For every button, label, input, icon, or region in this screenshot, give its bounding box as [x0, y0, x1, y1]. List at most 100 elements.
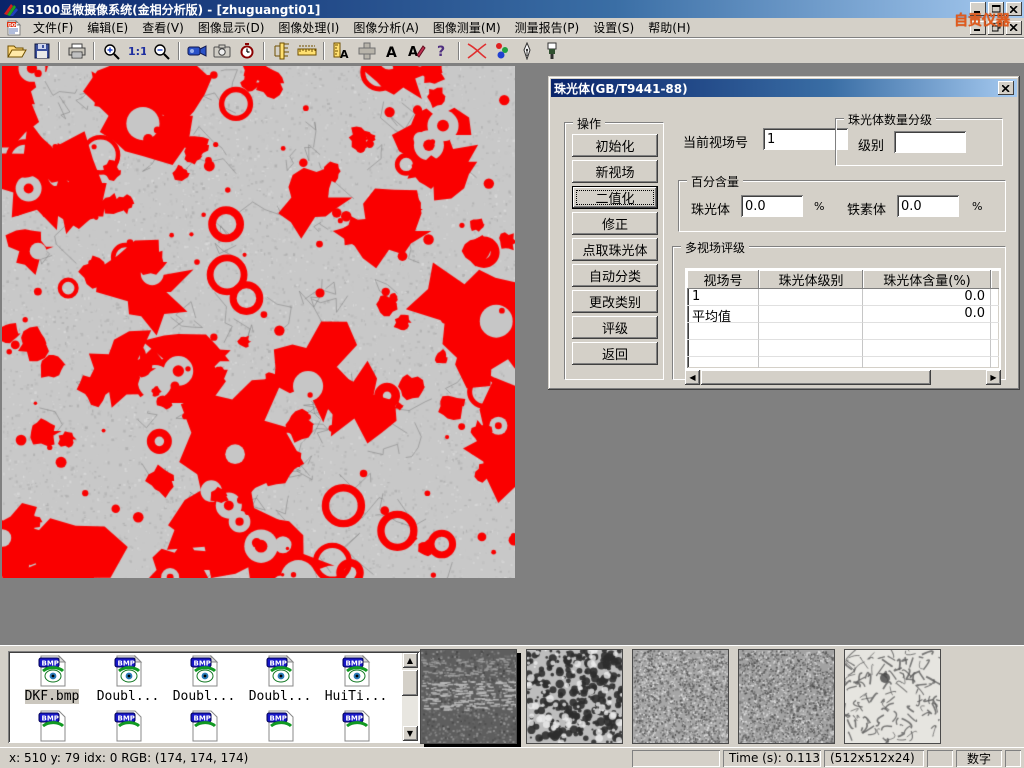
file-item[interactable]: BMP — [318, 710, 394, 742]
help-icon[interactable]: ? — [429, 40, 454, 62]
menu-view[interactable]: 查看(V) — [135, 17, 191, 38]
scroll-left-icon[interactable]: ◀ — [685, 370, 700, 385]
dialog-title-bar[interactable]: 珠光体(GB/T9441-88) — [551, 79, 1017, 97]
change-class-button[interactable]: 更改类别 — [572, 290, 658, 313]
status-empty-panel — [1005, 750, 1021, 767]
menu-report[interactable]: 测量报告(P) — [508, 17, 587, 38]
phase-count-icon[interactable] — [489, 40, 514, 62]
table-row-empty — [687, 357, 999, 370]
caliper-icon[interactable] — [269, 40, 294, 62]
file-item[interactable]: BMP Doubl... — [242, 655, 318, 704]
bmp-file-icon: BMP — [113, 655, 143, 687]
toolbar: 1:1 A A A ? — [0, 38, 1024, 64]
image-merge-icon[interactable] — [354, 40, 379, 62]
brush-tool-icon[interactable] — [539, 40, 564, 62]
timer-icon[interactable] — [234, 40, 259, 62]
file-item[interactable]: BMP DKF.bmp — [14, 655, 90, 704]
print-icon[interactable] — [64, 40, 89, 62]
cell: 0.0 — [863, 289, 991, 306]
file-name[interactable]: HuiTi... — [325, 689, 388, 704]
menu-help[interactable]: 帮助(H) — [641, 17, 697, 38]
snapshot-icon[interactable] — [209, 40, 234, 62]
file-item[interactable]: BMP — [90, 710, 166, 742]
status-empty-panel — [927, 750, 953, 767]
menu-edit[interactable]: 编辑(E) — [80, 17, 135, 38]
table-hscrollbar[interactable]: ◀ ▶ — [685, 370, 1001, 385]
grading-group: 珠光体数量分级 级别 — [835, 118, 1003, 166]
pen-tool-icon[interactable] — [514, 40, 539, 62]
col-ferrite: 铁素体 — [991, 270, 1001, 289]
zoom-out-icon[interactable] — [149, 40, 174, 62]
document-icon[interactable]: DOC — [6, 20, 22, 36]
percent-group: 百分含量 珠光体 % 铁素体 % — [678, 180, 1006, 232]
menu-image-processing[interactable]: 图像处理(I) — [271, 17, 346, 38]
thumbnail-2[interactable] — [526, 649, 623, 744]
file-item[interactable]: BMP — [14, 710, 90, 742]
multifield-group-label: 多视场评级 — [681, 239, 749, 256]
grade-input[interactable] — [894, 131, 966, 153]
thumbnail-1[interactable] — [420, 649, 517, 744]
ferrite-input[interactable] — [897, 195, 959, 217]
scroll-up-icon[interactable]: ▲ — [403, 653, 418, 668]
toolbar-separator — [458, 42, 460, 60]
thumbnail-3[interactable] — [632, 649, 729, 744]
thumbnail-4[interactable] — [738, 649, 835, 744]
menu-image-analysis[interactable]: 图像分析(A) — [346, 17, 426, 38]
init-button[interactable]: 初始化 — [572, 134, 658, 157]
scroll-down-icon[interactable]: ▼ — [403, 726, 418, 741]
menu-settings[interactable]: 设置(S) — [586, 17, 641, 38]
file-list-vscrollbar[interactable]: ▲ ▼ — [402, 653, 418, 741]
bmp-file-icon: BMP — [37, 710, 67, 742]
measure-label-icon[interactable]: A — [329, 40, 354, 62]
file-name[interactable]: DKF.bmp — [25, 689, 80, 704]
file-item[interactable]: BMP HuiTi... — [318, 655, 394, 704]
file-name[interactable]: Doubl... — [249, 689, 312, 704]
app-logo-icon — [3, 2, 19, 16]
multifield-table[interactable]: 视场号 珠光体级别 珠光体含量(%) 铁素体 1 0.0 平均值 0.0 — [685, 268, 1001, 370]
ferrite-label: 铁素体 — [847, 199, 886, 218]
file-browser[interactable]: BMP DKF.bmp BMP Doubl... BMP Doubl... BM… — [8, 651, 420, 743]
table-row[interactable]: 平均值 0.0 — [687, 306, 999, 323]
pick-pearlite-button[interactable]: 点取珠光体 — [572, 238, 658, 261]
rate-button[interactable]: 评级 — [572, 316, 658, 339]
pearlite-unit: % — [814, 200, 824, 213]
auto-classify-button[interactable]: 自动分类 — [572, 264, 658, 287]
bmp-file-icon: BMP — [189, 655, 219, 687]
file-item[interactable]: BMP — [242, 710, 318, 742]
toolbar-separator — [93, 42, 95, 60]
file-name[interactable]: Doubl... — [97, 689, 160, 704]
file-item[interactable]: BMP Doubl... — [166, 655, 242, 704]
open-file-icon[interactable] — [4, 40, 29, 62]
return-button[interactable]: 返回 — [572, 342, 658, 365]
bmp-file-icon: BMP — [265, 710, 295, 742]
menu-image-display[interactable]: 图像显示(D) — [191, 17, 272, 38]
correct-button[interactable]: 修正 — [572, 212, 658, 235]
thumbnail-5[interactable] — [844, 649, 941, 744]
file-item[interactable]: BMP Doubl... — [90, 655, 166, 704]
save-icon[interactable] — [29, 40, 54, 62]
toolbar-separator — [323, 42, 325, 60]
pearlite-input[interactable] — [741, 195, 803, 217]
zoom-1to1-icon[interactable]: 1:1 — [124, 40, 149, 62]
edit-annotation-icon[interactable]: A — [404, 40, 429, 62]
menu-image-measure[interactable]: 图像测量(M) — [426, 17, 508, 38]
scroll-right-icon[interactable]: ▶ — [986, 370, 1001, 385]
file-name[interactable]: Doubl... — [173, 689, 236, 704]
table-row[interactable]: 1 0.0 — [687, 289, 999, 306]
cell — [759, 306, 863, 323]
scroll-thumb[interactable] — [701, 370, 931, 385]
scroll-thumb[interactable] — [402, 670, 418, 696]
video-capture-icon[interactable] — [184, 40, 209, 62]
file-item[interactable]: BMP — [166, 710, 242, 742]
binarize-button[interactable]: 二值化 — [572, 186, 658, 209]
new-field-button[interactable]: 新视场 — [572, 160, 658, 183]
dialog-close-button[interactable] — [998, 81, 1014, 95]
micrograph-image[interactable] — [2, 66, 515, 578]
menu-file[interactable]: 文件(F) — [26, 17, 80, 38]
zoom-in-icon[interactable] — [99, 40, 124, 62]
text-annotation-icon[interactable]: A — [379, 40, 404, 62]
curve-tool-icon[interactable] — [464, 40, 489, 62]
status-time: Time (s): 0.113 — [723, 750, 821, 767]
ferrite-unit: % — [972, 200, 982, 213]
ruler-icon[interactable] — [294, 40, 319, 62]
